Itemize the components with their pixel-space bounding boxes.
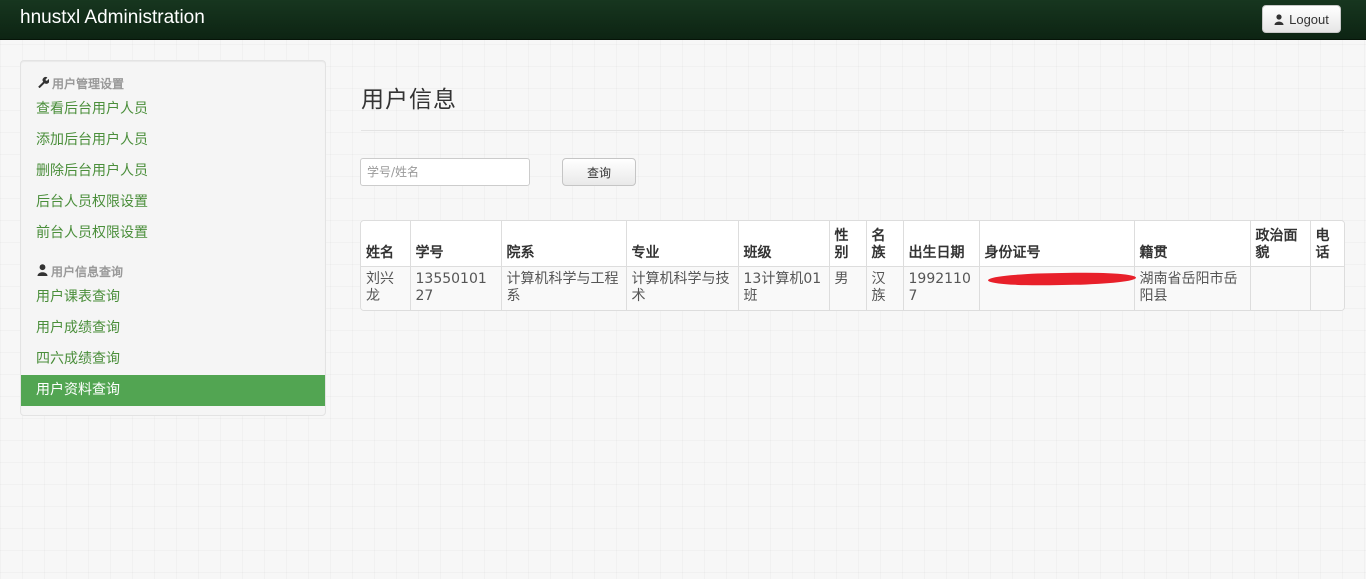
top-navbar: hnustxl Administration Logout xyxy=(0,0,1366,40)
sidebar-item-profile-query[interactable]: 用户资料查询 xyxy=(21,375,325,406)
search-input[interactable] xyxy=(360,158,530,186)
table-cell: 男 xyxy=(828,265,866,310)
table-header-row: 姓名 学号 院系 专业 班级 性别 名族 出生日期 身份证号 籍贯 政治面貌 电… xyxy=(361,221,1344,266)
table-cell: 刘兴龙 xyxy=(361,265,410,310)
sidebar-header-label: 用户信息查询 xyxy=(51,265,124,279)
column-header: 班级 xyxy=(737,221,829,266)
table-row: 刘兴龙 1355010127 计算机科学与工程系 计算机科学与技术 13计算机0… xyxy=(361,265,1344,310)
sidebar-item-view-admins[interactable]: 查看后台用户人员 xyxy=(21,94,325,125)
search-button[interactable]: 查询 xyxy=(562,158,636,186)
sidebar-header-user-info: 用户信息查询 xyxy=(37,263,123,280)
sidebar-item-schedule-query[interactable]: 用户课表查询 xyxy=(21,282,325,313)
logout-label: Logout xyxy=(1289,11,1329,27)
column-header: 身份证号 xyxy=(978,221,1134,266)
table-cell xyxy=(1249,265,1310,310)
logout-button[interactable]: Logout xyxy=(1262,5,1341,33)
user-info-table: 姓名 学号 院系 专业 班级 性别 名族 出生日期 身份证号 籍贯 政治面貌 电… xyxy=(360,220,1345,311)
sidebar-item-backend-permissions[interactable]: 后台人员权限设置 xyxy=(21,187,325,218)
column-header: 专业 xyxy=(625,221,738,266)
table-cell: 湖南省岳阳市岳阳县 xyxy=(1133,265,1250,310)
redaction-mark xyxy=(987,271,1136,286)
table-cell xyxy=(1309,265,1344,310)
table-cell-id-number xyxy=(978,265,1136,310)
sidebar-header-user-management: 用户管理设置 xyxy=(37,75,124,92)
table-cell: 19921107 xyxy=(902,265,979,310)
column-header: 性别 xyxy=(828,221,866,266)
column-header: 政治面貌 xyxy=(1249,221,1310,266)
column-header: 姓名 xyxy=(361,221,410,266)
column-header: 学号 xyxy=(409,221,501,266)
table-cell: 计算机科学与工程系 xyxy=(500,265,626,310)
title-divider xyxy=(361,130,1344,131)
column-header: 电话 xyxy=(1309,221,1344,266)
sidebar-item-add-admins[interactable]: 添加后台用户人员 xyxy=(21,125,325,156)
sidebar-item-frontend-permissions[interactable]: 前台人员权限设置 xyxy=(21,218,325,249)
sidebar-item-cet-query[interactable]: 四六成绩查询 xyxy=(21,344,325,375)
user-icon xyxy=(1274,13,1284,25)
table-cell: 13计算机01班 xyxy=(737,265,829,310)
wrench-icon xyxy=(37,76,50,91)
table-cell: 汉族 xyxy=(865,265,903,310)
page-title: 用户信息 xyxy=(361,87,457,113)
table-cell: 计算机科学与技术 xyxy=(625,265,738,310)
sidebar-item-delete-admins[interactable]: 删除后台用户人员 xyxy=(21,156,325,187)
sidebar: 用户管理设置 查看后台用户人员 添加后台用户人员 删除后台用户人员 后台人员权限… xyxy=(20,60,326,416)
brand-title[interactable]: hnustxl Administration xyxy=(20,7,205,29)
sidebar-header-label: 用户管理设置 xyxy=(52,77,125,91)
column-header: 院系 xyxy=(500,221,626,266)
user-icon xyxy=(37,264,48,279)
table-cell: 1355010127 xyxy=(409,265,501,310)
column-header: 籍贯 xyxy=(1133,221,1250,266)
column-header: 名族 xyxy=(865,221,903,266)
column-header: 出生日期 xyxy=(902,221,979,266)
sidebar-item-grades-query[interactable]: 用户成绩查询 xyxy=(21,313,325,344)
